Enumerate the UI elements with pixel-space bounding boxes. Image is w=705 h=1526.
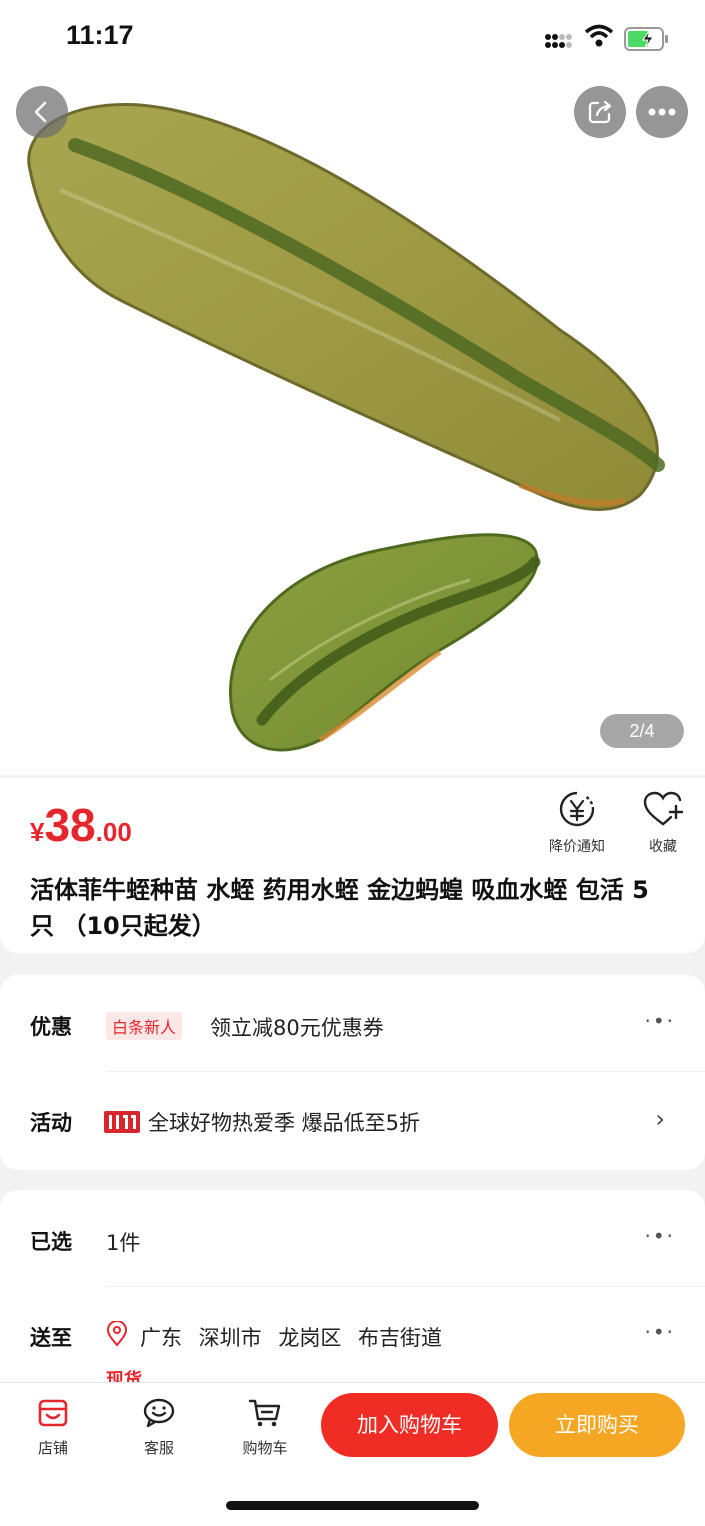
price-alert-label: 降价通知: [549, 839, 605, 855]
chevron-right-icon[interactable]: ›: [655, 1105, 665, 1133]
more-icon: [648, 108, 676, 116]
image-counter: 2/4: [600, 714, 684, 748]
heart-plus-icon: [643, 791, 684, 826]
selected-label: 已选: [30, 1230, 72, 1254]
price-currency: ¥: [30, 817, 45, 847]
discount-more-icon[interactable]: ·•·: [644, 1009, 675, 1033]
price: ¥38.00: [30, 798, 132, 852]
price-alert-icon: [559, 791, 595, 827]
battery-icon: [624, 27, 668, 51]
favorite-button[interactable]: 收藏: [632, 790, 694, 856]
selected-more-icon[interactable]: ·•·: [644, 1224, 675, 1248]
divider: [106, 1071, 705, 1072]
ship-to-label: 送至: [30, 1326, 72, 1350]
discount-label: 优惠: [30, 1015, 72, 1039]
status-bar: 11:17: [0, 0, 705, 80]
leech-photo: [27, 102, 665, 752]
share-icon: [588, 100, 612, 124]
store-label: 店铺: [37, 1439, 68, 1457]
more-button[interactable]: [636, 86, 688, 138]
customer-service-label: 客服: [143, 1439, 174, 1457]
price-integer: 38: [44, 799, 96, 851]
double-11-icon: [104, 1111, 140, 1133]
back-arrow-icon: [34, 101, 47, 123]
favorite-label: 收藏: [649, 839, 677, 855]
coupon-text[interactable]: 领立减80元优惠券: [210, 1012, 384, 1042]
wifi-icon: [584, 24, 614, 47]
share-button[interactable]: [574, 86, 626, 138]
status-time: 11:17: [66, 20, 134, 50]
home-indicator[interactable]: [226, 1501, 479, 1510]
price-alert-button[interactable]: 降价通知: [544, 790, 610, 856]
product-title: 活体菲牛蛭种苗 水蛭 药用水蛭 金边蚂蝗 吸血水蛭 包活 5只 （10只起发）: [30, 876, 649, 940]
customer-service-icon: [143, 1398, 175, 1428]
price-card: ¥38.00 降价通知 收藏 活体菲牛蛭种苗 水蛭 药用水蛭 金边蚂蝗 吸血水蛭…: [0, 778, 705, 953]
shopping-cart-icon: [248, 1399, 281, 1427]
cellular-signal-icon: [545, 34, 572, 48]
address-more-icon[interactable]: ·•·: [644, 1320, 675, 1344]
store-tab[interactable]: 店铺: [18, 1397, 88, 1458]
activity-label: 活动: [30, 1111, 72, 1135]
location-pin-icon: [106, 1321, 128, 1347]
bottom-action-bar: 店铺 客服 购物车 加入购物车 立即购买: [0, 1382, 705, 1526]
store-icon: [38, 1399, 68, 1427]
divider: [106, 1286, 705, 1287]
buy-now-button[interactable]: 立即购买: [509, 1393, 685, 1457]
back-button[interactable]: [16, 86, 68, 138]
ship-address[interactable]: 广东 深圳市 龙岗区 布吉街道: [140, 1322, 442, 1352]
selected-value[interactable]: 1件: [106, 1227, 140, 1257]
cart-tab[interactable]: 购物车: [230, 1397, 300, 1458]
customer-service-tab[interactable]: 客服: [124, 1397, 194, 1458]
coupon-badge: 白条新人: [106, 1012, 183, 1040]
promotions-card: 优惠 白条新人 领立减80元优惠券 ·•· 活动 全球好物热爱季 爆品低至5折 …: [0, 975, 705, 1170]
price-decimal: .00: [95, 817, 132, 847]
activity-text[interactable]: 全球好物热爱季 爆品低至5折: [148, 1107, 420, 1137]
product-image[interactable]: [0, 80, 705, 775]
options-card: 已选 1件 ·•· 送至 广东 深圳市 龙岗区 布吉街道 ·•· 现货: [0, 1190, 705, 1405]
cart-label: 购物车: [242, 1439, 288, 1457]
add-to-cart-button[interactable]: 加入购物车: [321, 1393, 498, 1457]
